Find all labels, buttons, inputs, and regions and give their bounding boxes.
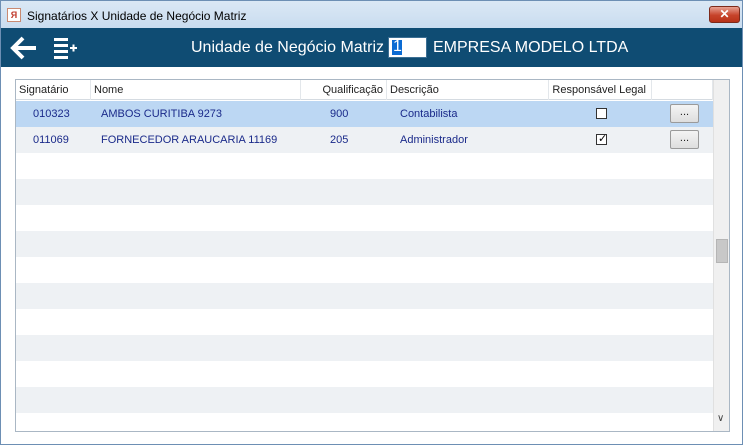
- cell-descricao: Administrador: [400, 134, 468, 146]
- cell-nome: AMBOS CURITIBA 9273: [101, 108, 223, 120]
- cell-signatario: 011069: [33, 134, 69, 146]
- empty-row: [16, 361, 713, 387]
- app-window: Я Signatários X Unidade de Negócio Matri…: [0, 0, 743, 445]
- cell-signatario: 010323: [33, 108, 70, 120]
- back-button[interactable]: [10, 35, 40, 61]
- column-header-signatario[interactable]: Signatário: [16, 80, 91, 100]
- cell-qualificacao: 900: [330, 108, 349, 120]
- window-title: Signatários X Unidade de Negócio Matriz: [27, 9, 247, 23]
- company-name: EMPRESA MODELO LTDA: [433, 39, 629, 56]
- empty-row: [16, 309, 713, 335]
- empty-row: [16, 283, 713, 309]
- column-header-qualificacao[interactable]: Qualificação: [301, 80, 387, 100]
- column-header-responsavel-legal[interactable]: Responsável Legal: [549, 80, 652, 100]
- details-button[interactable]: ...: [670, 104, 699, 123]
- checkmark-icon: ✓: [598, 133, 608, 145]
- app-logo-icon: Я: [7, 8, 21, 22]
- responsavel-legal-checkbox[interactable]: ✓: [596, 133, 608, 145]
- column-header-action: [652, 80, 713, 100]
- signatories-grid: Signatário Nome Qualificação Descrição R…: [15, 79, 730, 432]
- table-row[interactable]: 011069 FORNECEDOR ARAUCARIA 11169 205 Ad…: [16, 127, 713, 153]
- details-button[interactable]: ...: [670, 130, 699, 149]
- scrollbar-thumb[interactable]: [716, 239, 728, 263]
- empty-row: [16, 413, 713, 431]
- add-list-button[interactable]: [51, 34, 79, 62]
- arrow-left-icon: [10, 36, 36, 60]
- column-header-descricao[interactable]: Descrição: [387, 80, 549, 100]
- toolbar: Unidade de Negócio Matriz 1 EMPRESA MODE…: [1, 28, 742, 67]
- empty-row: [16, 231, 713, 257]
- cell-qualificacao: 205: [330, 134, 349, 146]
- cell-descricao: Contabilista: [400, 108, 458, 120]
- title-bar: Я Signatários X Unidade de Negócio Matri…: [1, 1, 742, 28]
- responsavel-legal-checkbox[interactable]: [596, 108, 607, 119]
- empty-row: [16, 179, 713, 205]
- unit-label: Unidade de Negócio Matriz: [191, 39, 384, 56]
- list-add-icon: [54, 38, 77, 59]
- unit-value: 1: [393, 38, 402, 55]
- column-header-nome[interactable]: Nome: [91, 80, 301, 100]
- close-button[interactable]: ✕: [709, 6, 740, 23]
- empty-row: [16, 387, 713, 413]
- empty-row: [16, 205, 713, 231]
- vertical-scrollbar[interactable]: ∨: [713, 80, 729, 431]
- table-row[interactable]: 010323 AMBOS CURITIBA 9273 900 Contabili…: [16, 101, 713, 127]
- cell-nome: FORNECEDOR ARAUCARIA 11169: [101, 134, 278, 146]
- content-area: Signatário Nome Qualificação Descrição R…: [1, 67, 742, 444]
- scroll-down-icon[interactable]: ∨: [717, 413, 724, 424]
- empty-row: [16, 257, 713, 283]
- empty-row: [16, 153, 713, 179]
- grid-header: Signatário Nome Qualificação Descrição R…: [16, 80, 713, 100]
- empty-row: [16, 335, 713, 361]
